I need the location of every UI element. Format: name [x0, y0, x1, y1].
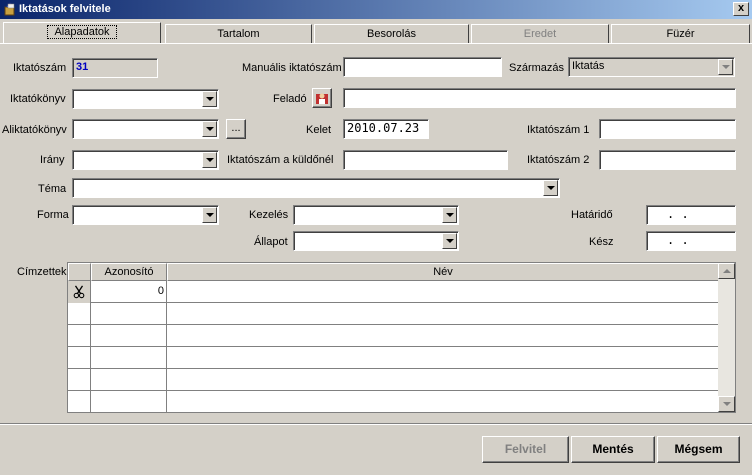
person-lookup-icon — [316, 93, 328, 104]
aliktatokonyv-label: Aliktatókönyv — [2, 124, 67, 136]
row-indicator[interactable] — [68, 391, 91, 412]
szarmazas-value: Iktatás — [572, 60, 605, 72]
tab-label: Tartalom — [217, 28, 260, 40]
megsem-button[interactable]: Mégsem — [657, 436, 740, 463]
scissors-icon — [73, 285, 85, 299]
forma-label: Forma — [37, 209, 69, 221]
recipients-grid[interactable]: Azonosító Név 0 — [67, 262, 736, 413]
chevron-down-icon[interactable] — [442, 207, 457, 223]
scroll-up-icon[interactable] — [718, 263, 735, 279]
nev-cell[interactable] — [167, 391, 719, 412]
felado-label: Feladó — [273, 93, 307, 105]
irany-label: Irány — [40, 154, 65, 166]
irany-select[interactable] — [72, 150, 219, 170]
chevron-down-icon[interactable] — [202, 91, 217, 107]
chevron-down-icon[interactable] — [202, 152, 217, 168]
iktatoszam1-input[interactable] — [599, 119, 736, 139]
nev-cell[interactable] — [167, 281, 719, 303]
nev-cell[interactable] — [167, 347, 719, 369]
azonosito-cell[interactable] — [91, 391, 167, 412]
kezeles-select[interactable] — [293, 205, 459, 225]
chevron-down-icon[interactable] — [202, 121, 217, 137]
forma-select[interactable] — [72, 205, 219, 225]
azonosito-cell[interactable] — [91, 369, 167, 391]
iktatoszam-kuldonel-label: Iktatószám a küldőnél — [227, 154, 334, 166]
iktatoszam-label: Iktatószám — [13, 62, 67, 74]
column-header-nev[interactable]: Név — [167, 263, 719, 281]
kezeles-label: Kezelés — [249, 209, 289, 221]
tab-eredet: Eredet — [471, 24, 609, 44]
iktatoszam-kuldonel-input[interactable] — [343, 150, 508, 170]
chevron-down-icon[interactable] — [442, 233, 457, 249]
azonosito-cell[interactable] — [91, 303, 167, 325]
azonosito-cell[interactable] — [91, 325, 167, 347]
tab-label: Alapadatok — [47, 25, 117, 39]
manualis-iktatoszam-input[interactable] — [343, 57, 502, 77]
title-bar: Iktatások felvitele x — [0, 0, 752, 19]
tab-besorolas[interactable]: Besorolás — [314, 24, 469, 44]
chevron-down-icon[interactable] — [543, 180, 558, 196]
vertical-scrollbar[interactable] — [718, 263, 735, 412]
iktatoszam2-label: Iktatószám 2 — [527, 154, 590, 166]
tab-tartalom[interactable]: Tartalom — [165, 24, 312, 44]
szarmazas-label: Származás — [509, 62, 565, 74]
iktatokonyv-select[interactable] — [72, 89, 219, 109]
nev-cell[interactable] — [167, 325, 719, 347]
row-indicator[interactable] — [68, 303, 91, 325]
tab-divider — [0, 43, 752, 44]
felado-lookup-button[interactable] — [312, 88, 332, 108]
iktatokonyv-label: Iktatókönyv — [10, 93, 66, 105]
close-button[interactable]: x — [733, 2, 749, 16]
azonosito-cell[interactable]: 0 — [91, 281, 167, 303]
tema-select[interactable] — [72, 178, 560, 198]
tab-alapadatok[interactable]: Alapadatok — [3, 22, 161, 44]
table-row[interactable]: 0 — [68, 281, 719, 303]
tema-label: Téma — [38, 183, 67, 195]
szarmazas-select: Iktatás — [568, 57, 735, 77]
bottom-divider — [0, 423, 752, 425]
table-row[interactable] — [68, 369, 719, 391]
row-indicator[interactable] — [68, 347, 91, 369]
cimzettek-label: Címzettek — [17, 266, 67, 278]
row-indicator[interactable] — [68, 325, 91, 347]
row-indicator[interactable] — [68, 281, 91, 303]
nev-cell[interactable] — [167, 369, 719, 391]
scroll-down-icon[interactable] — [718, 396, 735, 412]
iktatoszam1-label: Iktatószám 1 — [527, 124, 590, 136]
aliktatokonyv-select[interactable] — [72, 119, 219, 139]
chevron-down-icon — [718, 59, 733, 75]
kesz-date-input[interactable]: . . — [646, 231, 736, 251]
row-indicator[interactable] — [68, 369, 91, 391]
nev-cell[interactable] — [167, 303, 719, 325]
app-icon — [4, 2, 15, 16]
iktatoszam-field: 31 — [72, 58, 158, 78]
felvitel-button: Felvitel — [482, 436, 569, 463]
allapot-select[interactable] — [293, 231, 459, 251]
table-row[interactable] — [68, 391, 719, 412]
tab-label: Eredet — [523, 28, 557, 40]
table-row[interactable] — [68, 303, 719, 325]
aliktatokonyv-browse-button[interactable]: ... — [226, 119, 246, 139]
tab-fuzer[interactable]: Füzér — [611, 24, 750, 44]
manualis-iktatoszam-label: Manuális iktatószám — [242, 62, 342, 74]
hatarido-label: Határidő — [571, 209, 613, 221]
window-title: Iktatások felvitele — [19, 3, 111, 15]
felado-input[interactable] — [343, 88, 736, 108]
column-header-azonosito[interactable]: Azonosító — [91, 263, 167, 281]
chevron-down-icon[interactable] — [202, 207, 217, 223]
tab-label: Füzér — [666, 28, 695, 40]
kelet-label: Kelet — [306, 124, 332, 136]
mentes-button[interactable]: Mentés — [571, 436, 655, 463]
azonosito-cell[interactable] — [91, 347, 167, 369]
iktatoszam2-input[interactable] — [599, 150, 736, 170]
table-row[interactable] — [68, 347, 719, 369]
kesz-label: Kész — [589, 236, 614, 248]
table-row[interactable] — [68, 325, 719, 347]
hatarido-date-input[interactable]: . . — [646, 205, 736, 225]
kelet-date-input[interactable]: 2010.07.23 — [343, 119, 429, 139]
allapot-label: Állapot — [254, 236, 288, 248]
tab-label: Besorolás — [367, 28, 416, 40]
column-header-indicator — [68, 263, 91, 281]
